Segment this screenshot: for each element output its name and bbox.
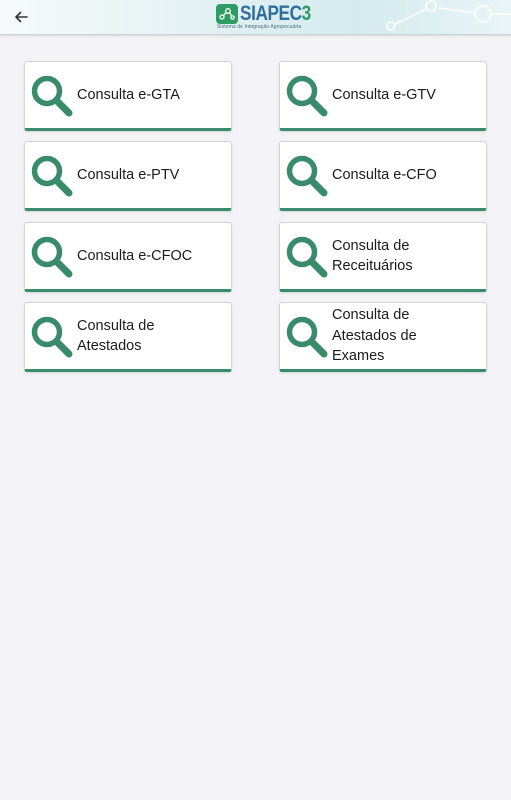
card-label: Consulta e-GTV	[332, 86, 436, 103]
consulta-ecfo-button[interactable]: Consulta e-CFO	[279, 141, 487, 211]
logo-subtitle: Sistema de Integração Agropecuária	[217, 24, 302, 30]
logo-name-suffix: 3	[301, 2, 312, 25]
search-icon	[286, 236, 328, 278]
search-icon	[31, 316, 73, 358]
search-icon	[31, 155, 73, 197]
logo-badge-icon	[216, 4, 238, 24]
app-header: SIAPEC3 Sistema de Integração Agropecuár…	[0, 0, 511, 35]
search-icon	[286, 316, 328, 358]
arrow-left-icon	[15, 11, 28, 23]
card-label: Consulta e-CFO	[332, 166, 437, 183]
logo-wordmark: SIAPEC3	[240, 3, 311, 24]
consulta-atestados-button[interactable]: Consulta de Atestados	[24, 302, 232, 372]
card-label: Consulta de Receituários	[332, 237, 413, 275]
back-button[interactable]	[10, 6, 32, 28]
card-label: Consulta de Atestados de Exames	[332, 307, 417, 365]
search-icon	[286, 155, 328, 197]
search-icon	[286, 75, 328, 117]
consulta-egta-button[interactable]: Consulta e-GTA	[24, 61, 232, 131]
siapec3-logo: SIAPEC3 Sistema de Integração Agropecuár…	[216, 3, 326, 33]
consulta-ecfoc-button[interactable]: Consulta e-CFOC	[24, 222, 232, 292]
consulta-eptv-button[interactable]: Consulta e-PTV	[24, 141, 232, 211]
card-label: Consulta e-CFOC	[77, 247, 193, 264]
consulta-egtv-button[interactable]: Consulta e-GTV	[279, 61, 487, 131]
search-icon	[31, 236, 73, 278]
card-label: Consulta de Atestados	[77, 317, 155, 355]
consulta-atestados-exames-button[interactable]: Consulta de Atestados de Exames	[279, 302, 487, 372]
card-label: Consulta e-GTA	[77, 86, 180, 103]
consulta-receituarios-button[interactable]: Consulta de Receituários	[279, 222, 487, 292]
logo-name-prefix: SIAPEC	[240, 2, 302, 25]
search-icon	[31, 75, 73, 117]
card-label: Consulta e-PTV	[77, 166, 180, 183]
